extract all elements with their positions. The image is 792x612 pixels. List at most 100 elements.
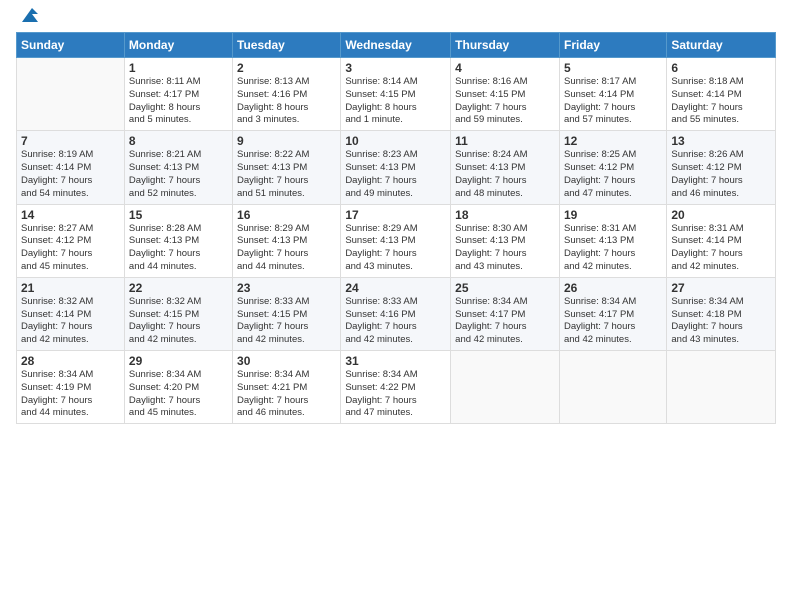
day-number: 30 [237, 354, 336, 368]
calendar-cell: 30Sunrise: 8:34 AM Sunset: 4:21 PM Dayli… [233, 351, 341, 424]
day-detail: Sunrise: 8:31 AM Sunset: 4:13 PM Dayligh… [564, 223, 662, 274]
calendar-cell: 18Sunrise: 8:30 AM Sunset: 4:13 PM Dayli… [451, 204, 560, 277]
day-detail: Sunrise: 8:33 AM Sunset: 4:15 PM Dayligh… [237, 296, 336, 347]
calendar-cell: 22Sunrise: 8:32 AM Sunset: 4:15 PM Dayli… [124, 277, 232, 350]
logo-icon [18, 4, 40, 26]
day-number: 28 [21, 354, 120, 368]
day-number: 11 [455, 134, 555, 148]
day-number: 25 [455, 281, 555, 295]
day-number: 5 [564, 61, 662, 75]
day-number: 8 [129, 134, 228, 148]
day-detail: Sunrise: 8:28 AM Sunset: 4:13 PM Dayligh… [129, 223, 228, 274]
day-detail: Sunrise: 8:25 AM Sunset: 4:12 PM Dayligh… [564, 149, 662, 200]
day-number: 22 [129, 281, 228, 295]
day-number: 13 [671, 134, 771, 148]
calendar-cell: 27Sunrise: 8:34 AM Sunset: 4:18 PM Dayli… [667, 277, 776, 350]
day-number: 20 [671, 208, 771, 222]
week-row-5: 28Sunrise: 8:34 AM Sunset: 4:19 PM Dayli… [17, 351, 776, 424]
calendar-cell: 21Sunrise: 8:32 AM Sunset: 4:14 PM Dayli… [17, 277, 125, 350]
calendar-cell: 1Sunrise: 8:11 AM Sunset: 4:17 PM Daylig… [124, 58, 232, 131]
day-number: 26 [564, 281, 662, 295]
day-detail: Sunrise: 8:13 AM Sunset: 4:16 PM Dayligh… [237, 76, 336, 127]
week-row-2: 7Sunrise: 8:19 AM Sunset: 4:14 PM Daylig… [17, 131, 776, 204]
calendar-cell: 28Sunrise: 8:34 AM Sunset: 4:19 PM Dayli… [17, 351, 125, 424]
calendar-cell: 7Sunrise: 8:19 AM Sunset: 4:14 PM Daylig… [17, 131, 125, 204]
day-detail: Sunrise: 8:26 AM Sunset: 4:12 PM Dayligh… [671, 149, 771, 200]
day-detail: Sunrise: 8:17 AM Sunset: 4:14 PM Dayligh… [564, 76, 662, 127]
day-number: 21 [21, 281, 120, 295]
day-number: 17 [345, 208, 446, 222]
day-detail: Sunrise: 8:33 AM Sunset: 4:16 PM Dayligh… [345, 296, 446, 347]
calendar-cell: 12Sunrise: 8:25 AM Sunset: 4:12 PM Dayli… [559, 131, 666, 204]
day-detail: Sunrise: 8:19 AM Sunset: 4:14 PM Dayligh… [21, 149, 120, 200]
day-number: 4 [455, 61, 555, 75]
header-wednesday: Wednesday [341, 33, 451, 58]
day-detail: Sunrise: 8:34 AM Sunset: 4:17 PM Dayligh… [455, 296, 555, 347]
day-number: 9 [237, 134, 336, 148]
day-detail: Sunrise: 8:34 AM Sunset: 4:21 PM Dayligh… [237, 369, 336, 420]
calendar-cell: 5Sunrise: 8:17 AM Sunset: 4:14 PM Daylig… [559, 58, 666, 131]
day-number: 29 [129, 354, 228, 368]
day-number: 19 [564, 208, 662, 222]
day-detail: Sunrise: 8:23 AM Sunset: 4:13 PM Dayligh… [345, 149, 446, 200]
calendar-cell: 19Sunrise: 8:31 AM Sunset: 4:13 PM Dayli… [559, 204, 666, 277]
calendar-cell: 4Sunrise: 8:16 AM Sunset: 4:15 PM Daylig… [451, 58, 560, 131]
header-monday: Monday [124, 33, 232, 58]
day-detail: Sunrise: 8:34 AM Sunset: 4:17 PM Dayligh… [564, 296, 662, 347]
calendar-cell [17, 58, 125, 131]
calendar-cell [667, 351, 776, 424]
day-number: 16 [237, 208, 336, 222]
day-number: 12 [564, 134, 662, 148]
day-number: 27 [671, 281, 771, 295]
header-friday: Friday [559, 33, 666, 58]
day-detail: Sunrise: 8:31 AM Sunset: 4:14 PM Dayligh… [671, 223, 771, 274]
calendar-table: SundayMondayTuesdayWednesdayThursdayFrid… [16, 32, 776, 424]
calendar-cell: 15Sunrise: 8:28 AM Sunset: 4:13 PM Dayli… [124, 204, 232, 277]
day-detail: Sunrise: 8:16 AM Sunset: 4:15 PM Dayligh… [455, 76, 555, 127]
day-number: 24 [345, 281, 446, 295]
day-detail: Sunrise: 8:34 AM Sunset: 4:22 PM Dayligh… [345, 369, 446, 420]
calendar-cell: 26Sunrise: 8:34 AM Sunset: 4:17 PM Dayli… [559, 277, 666, 350]
day-number: 18 [455, 208, 555, 222]
calendar-cell [559, 351, 666, 424]
calendar-cell: 3Sunrise: 8:14 AM Sunset: 4:15 PM Daylig… [341, 58, 451, 131]
calendar-page: SundayMondayTuesdayWednesdayThursdayFrid… [0, 0, 792, 612]
day-number: 23 [237, 281, 336, 295]
calendar-cell: 25Sunrise: 8:34 AM Sunset: 4:17 PM Dayli… [451, 277, 560, 350]
logo [16, 10, 40, 26]
day-detail: Sunrise: 8:24 AM Sunset: 4:13 PM Dayligh… [455, 149, 555, 200]
calendar-cell: 13Sunrise: 8:26 AM Sunset: 4:12 PM Dayli… [667, 131, 776, 204]
header-sunday: Sunday [17, 33, 125, 58]
day-detail: Sunrise: 8:30 AM Sunset: 4:13 PM Dayligh… [455, 223, 555, 274]
day-detail: Sunrise: 8:22 AM Sunset: 4:13 PM Dayligh… [237, 149, 336, 200]
calendar-cell: 17Sunrise: 8:29 AM Sunset: 4:13 PM Dayli… [341, 204, 451, 277]
calendar-cell: 6Sunrise: 8:18 AM Sunset: 4:14 PM Daylig… [667, 58, 776, 131]
day-detail: Sunrise: 8:32 AM Sunset: 4:14 PM Dayligh… [21, 296, 120, 347]
header-saturday: Saturday [667, 33, 776, 58]
calendar-cell [451, 351, 560, 424]
day-detail: Sunrise: 8:29 AM Sunset: 4:13 PM Dayligh… [237, 223, 336, 274]
day-detail: Sunrise: 8:34 AM Sunset: 4:20 PM Dayligh… [129, 369, 228, 420]
day-detail: Sunrise: 8:32 AM Sunset: 4:15 PM Dayligh… [129, 296, 228, 347]
calendar-cell: 10Sunrise: 8:23 AM Sunset: 4:13 PM Dayli… [341, 131, 451, 204]
calendar-cell: 11Sunrise: 8:24 AM Sunset: 4:13 PM Dayli… [451, 131, 560, 204]
calendar-cell: 9Sunrise: 8:22 AM Sunset: 4:13 PM Daylig… [233, 131, 341, 204]
calendar-cell: 8Sunrise: 8:21 AM Sunset: 4:13 PM Daylig… [124, 131, 232, 204]
day-number: 31 [345, 354, 446, 368]
page-header [16, 10, 776, 26]
header-thursday: Thursday [451, 33, 560, 58]
day-number: 15 [129, 208, 228, 222]
calendar-cell: 29Sunrise: 8:34 AM Sunset: 4:20 PM Dayli… [124, 351, 232, 424]
calendar-cell: 31Sunrise: 8:34 AM Sunset: 4:22 PM Dayli… [341, 351, 451, 424]
day-detail: Sunrise: 8:18 AM Sunset: 4:14 PM Dayligh… [671, 76, 771, 127]
calendar-cell: 14Sunrise: 8:27 AM Sunset: 4:12 PM Dayli… [17, 204, 125, 277]
day-number: 7 [21, 134, 120, 148]
header-tuesday: Tuesday [233, 33, 341, 58]
day-detail: Sunrise: 8:27 AM Sunset: 4:12 PM Dayligh… [21, 223, 120, 274]
calendar-header-row: SundayMondayTuesdayWednesdayThursdayFrid… [17, 33, 776, 58]
day-number: 14 [21, 208, 120, 222]
calendar-cell: 23Sunrise: 8:33 AM Sunset: 4:15 PM Dayli… [233, 277, 341, 350]
day-detail: Sunrise: 8:34 AM Sunset: 4:18 PM Dayligh… [671, 296, 771, 347]
day-detail: Sunrise: 8:14 AM Sunset: 4:15 PM Dayligh… [345, 76, 446, 127]
day-number: 10 [345, 134, 446, 148]
